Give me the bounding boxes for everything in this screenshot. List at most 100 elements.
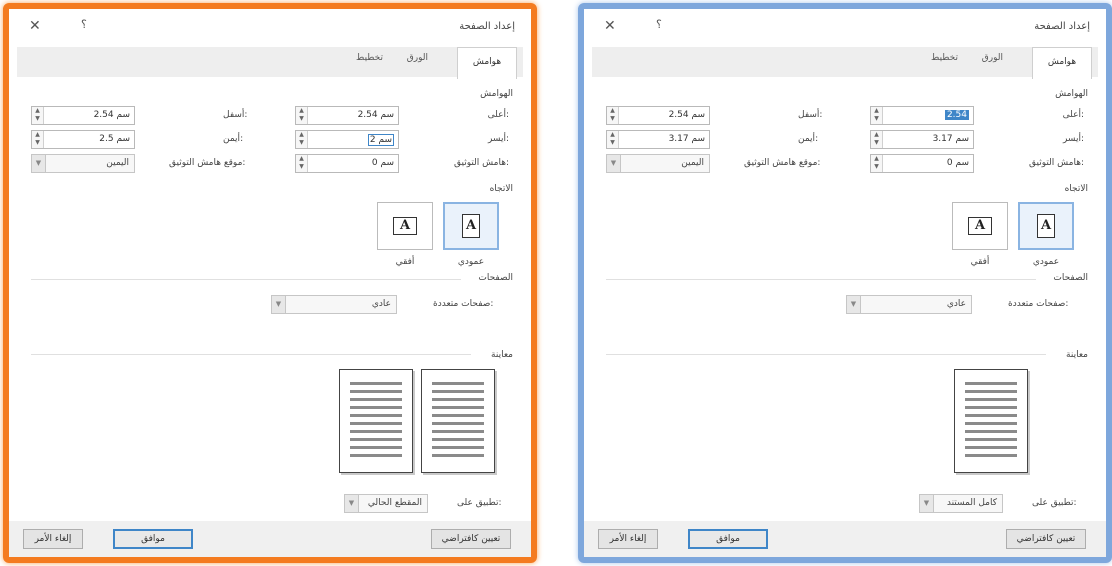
inside-margin-value[interactable]: 3.17 سم (933, 134, 969, 144)
orientation-heading: الاتجاه (489, 184, 513, 194)
outside-margin-spinner[interactable]: ▲ ▼ 2.5 سم (31, 130, 135, 149)
tab-layout[interactable]: تخطيط (931, 53, 958, 63)
chevron-down-icon[interactable]: ▼ (607, 155, 621, 172)
bottom-margin-value[interactable]: 2.54 سم (669, 110, 705, 120)
spin-arrows-icon[interactable]: ▲ ▼ (871, 155, 883, 172)
top-margin-spinner[interactable]: ▲ ▼ 2.54 سم (295, 106, 399, 125)
gutter-position-value[interactable]: اليمين (106, 158, 129, 168)
bottom-margin-spinner[interactable]: ▲ ▼ 2.54 سم (31, 106, 135, 125)
spin-arrows-icon[interactable]: ▲ ▼ (871, 131, 883, 148)
spin-arrows-icon[interactable]: ▲ ▼ (607, 131, 619, 148)
preview-page (954, 369, 1028, 473)
close-icon[interactable]: ✕ (29, 18, 41, 34)
outside-margin-value[interactable]: 3.17 سم (669, 134, 705, 144)
portrait-label: عمودي (1032, 257, 1060, 267)
outside-margin-spinner[interactable]: ▲ ▼ 3.17 سم (606, 130, 710, 149)
tab-margins[interactable]: هوامش (1032, 47, 1092, 79)
portrait-page-icon: A (1037, 214, 1055, 238)
inside-margin-spinner[interactable]: ▲ ▼ 2 سم (295, 130, 399, 149)
margins-heading: الهوامش (480, 89, 513, 99)
portrait-page-icon: A (462, 214, 480, 238)
outside-margin-value[interactable]: 2.5 سم (99, 134, 130, 144)
ok-button[interactable]: موافق (113, 529, 193, 549)
gutter-spinner[interactable]: ▲ ▼ 0 سم (295, 154, 399, 173)
spin-arrows-icon[interactable]: ▲ ▼ (32, 107, 44, 124)
top-margin-value[interactable]: 2.54 سم (358, 110, 394, 120)
multiple-pages-value[interactable]: عادي (372, 299, 391, 309)
cancel-button[interactable]: إلغاء الأمر (23, 529, 83, 549)
help-icon[interactable]: ؟ (656, 18, 662, 31)
inside-label: أيسر: (487, 134, 509, 144)
gutter-position-value[interactable]: اليمين (681, 158, 704, 168)
preview-heading: معاينة (491, 350, 513, 360)
inside-margin-spinner[interactable]: ▲ ▼ 3.17 سم (870, 130, 974, 149)
spin-arrows-icon[interactable]: ▲ ▼ (607, 107, 619, 124)
outside-label: أيمن: (223, 134, 244, 144)
apply-to-value[interactable]: كامل المستند (947, 498, 997, 508)
chevron-down-icon[interactable]: ▼ (32, 155, 46, 172)
top-label: أعلى: (487, 110, 509, 120)
apply-to-value[interactable]: المقطع الحالي (368, 498, 422, 508)
portrait-label: عمودي (457, 257, 485, 267)
close-icon[interactable]: ✕ (604, 18, 616, 34)
inside-margin-value[interactable]: 2 سم (367, 134, 394, 146)
inside-label: أيسر: (1062, 134, 1084, 144)
chevron-down-icon[interactable]: ▼ (920, 495, 934, 512)
tab-paper[interactable]: الورق (982, 53, 1003, 63)
chevron-down-icon[interactable]: ▼ (847, 296, 861, 313)
preview-page-right (421, 369, 495, 473)
chevron-down-icon[interactable]: ▼ (345, 495, 359, 512)
gutter-label: هامش التوثيق: (453, 158, 509, 168)
orientation-heading: الاتجاه (1064, 184, 1088, 194)
button-bar: تعيين كافتراضي موافق إلغاء الأمر (9, 521, 531, 557)
bottom-label: أسفل: (223, 110, 248, 120)
landscape-button[interactable]: A (952, 202, 1008, 250)
cancel-button[interactable]: إلغاء الأمر (598, 529, 658, 549)
bottom-margin-value[interactable]: 2.54 سم (94, 110, 130, 120)
help-icon[interactable]: ؟ (81, 18, 87, 31)
button-bar: تعيين كافتراضي موافق إلغاء الأمر (584, 521, 1106, 557)
landscape-button[interactable]: A (377, 202, 433, 250)
apply-to-label: تطبيق على: (1032, 498, 1077, 508)
page-setup-dialog-a: ✕ ؟ إعداد الصفحة هوامش الورق تخطيط الهوا… (9, 9, 531, 557)
spin-arrows-icon[interactable]: ▲ ▼ (296, 155, 308, 172)
pages-heading: الصفحات (478, 273, 513, 283)
gutter-position-select[interactable]: ▼ اليمين (606, 154, 710, 173)
title-bar: ✕ ؟ إعداد الصفحة (9, 9, 531, 43)
chevron-down-icon[interactable]: ▼ (272, 296, 286, 313)
top-margin-value[interactable]: 2.54 (944, 110, 969, 120)
portrait-button[interactable]: A (443, 202, 499, 250)
apply-to-select[interactable]: ▼ كامل المستند (919, 494, 1003, 513)
title-bar: ✕ ؟ إعداد الصفحة (584, 9, 1106, 43)
gutter-position-select[interactable]: ▼ اليمين (31, 154, 135, 173)
multiple-pages-select[interactable]: ▼ عادي (846, 295, 972, 314)
dialog-title: إعداد الصفحة (1034, 21, 1090, 32)
margins-heading: الهوامش (1055, 89, 1088, 99)
multiple-pages-select[interactable]: ▼ عادي (271, 295, 397, 314)
gutter-value[interactable]: 0 سم (947, 158, 969, 168)
gutter-position-label: موقع هامش التوثيق: (744, 158, 821, 168)
bottom-margin-spinner[interactable]: ▲ ▼ 2.54 سم (606, 106, 710, 125)
apply-to-select[interactable]: ▼ المقطع الحالي (344, 494, 428, 513)
spin-arrows-icon[interactable]: ▲ ▼ (871, 107, 883, 124)
spin-arrows-icon[interactable]: ▲ ▼ (32, 131, 44, 148)
spin-arrows-icon[interactable]: ▲ ▼ (296, 107, 308, 124)
tab-layout[interactable]: تخطيط (356, 53, 383, 63)
multiple-pages-value[interactable]: عادي (947, 299, 966, 309)
outside-label: أيمن: (798, 134, 819, 144)
set-default-button[interactable]: تعيين كافتراضي (1006, 529, 1086, 549)
ok-button[interactable]: موافق (688, 529, 768, 549)
top-margin-spinner[interactable]: ▲ ▼ 2.54 (870, 106, 974, 125)
tab-margins[interactable]: هوامش (457, 47, 517, 79)
tab-paper[interactable]: الورق (407, 53, 428, 63)
portrait-button[interactable]: A (1018, 202, 1074, 250)
pages-divider (31, 279, 461, 280)
left-dialog-frame: ✕ ؟ إعداد الصفحة هوامش الورق تخطيط الهوا… (3, 3, 537, 563)
gutter-value[interactable]: 0 سم (372, 158, 394, 168)
gutter-label: هامش التوثيق: (1028, 158, 1084, 168)
multiple-pages-label: صفحات متعددة: (1008, 299, 1069, 309)
tab-strip: هوامش الورق تخطيط (592, 47, 1098, 79)
spin-arrows-icon[interactable]: ▲ ▼ (296, 131, 308, 148)
gutter-spinner[interactable]: ▲ ▼ 0 سم (870, 154, 974, 173)
set-default-button[interactable]: تعيين كافتراضي (431, 529, 511, 549)
